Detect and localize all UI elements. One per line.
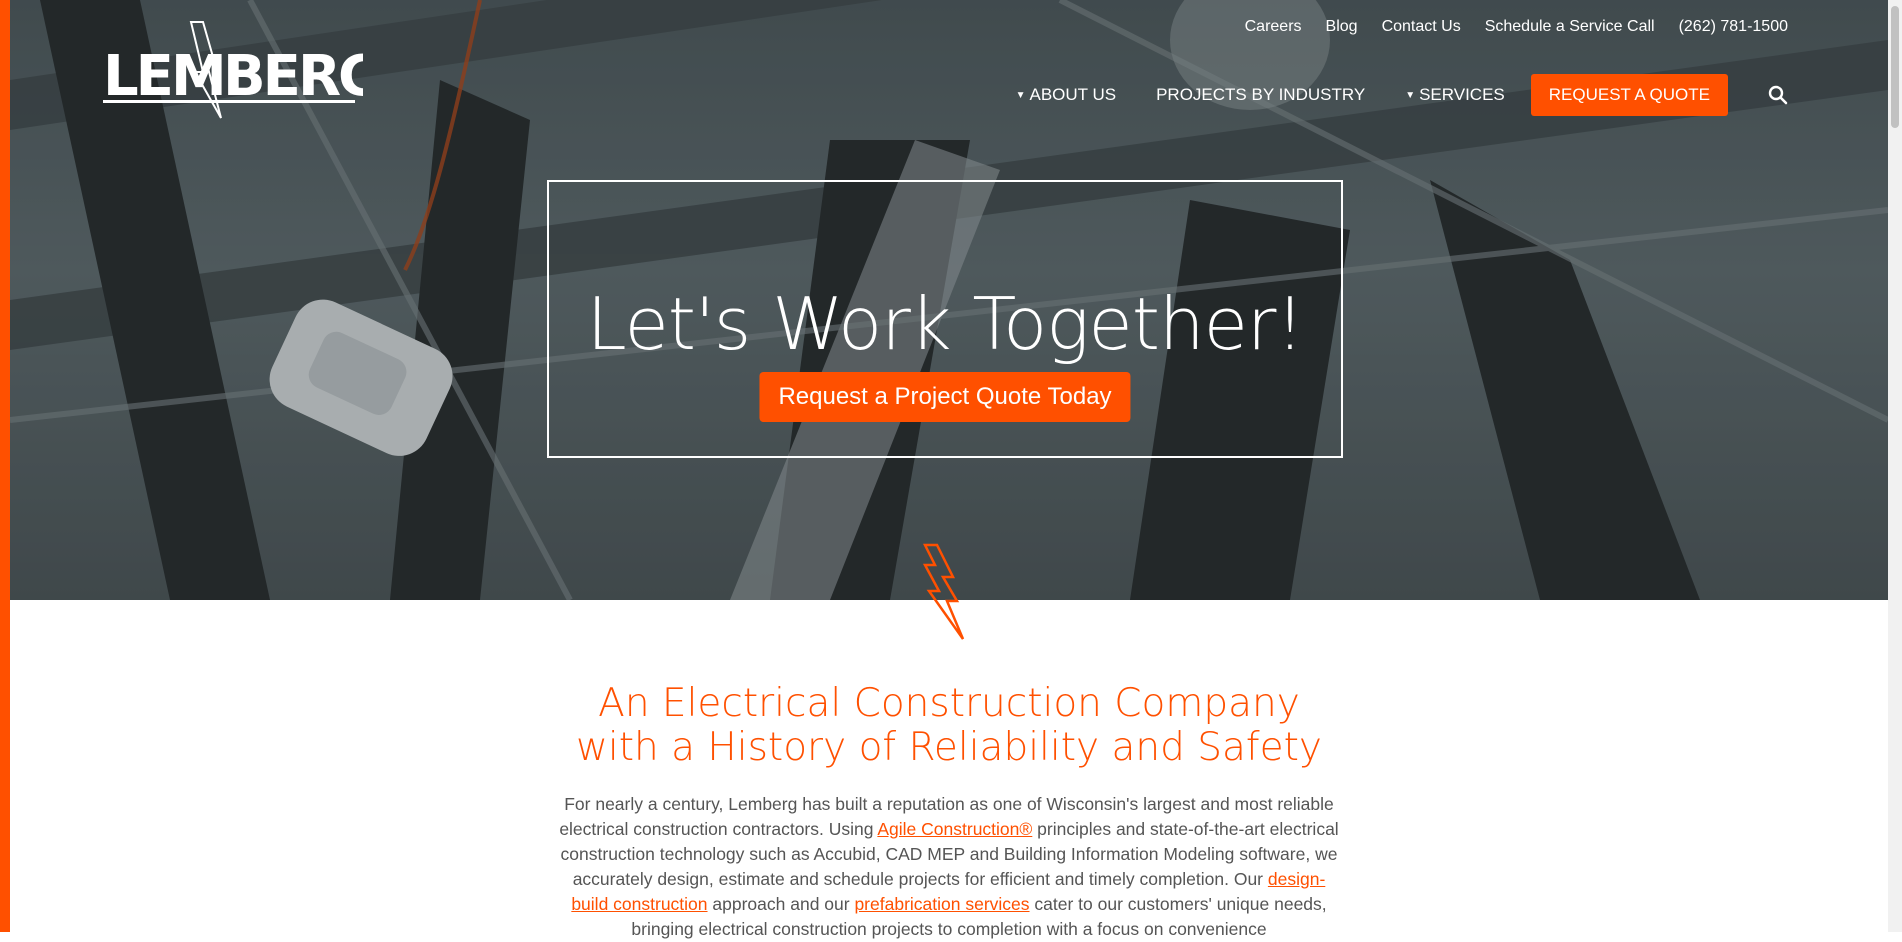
nav-about-us-label: ABOUT US (1029, 85, 1117, 104)
section-title: An Electrical Construction Company with … (10, 682, 1888, 770)
project-quote-button[interactable]: Request a Project Quote Today (759, 372, 1131, 422)
contact-link[interactable]: Contact Us (1382, 18, 1461, 36)
nav-about-us[interactable]: ▼ ABOUT US (1016, 85, 1117, 105)
section-title-line1: An Electrical Construction Company (598, 681, 1300, 726)
section-title-line2: with a History of Reliability and Safety (575, 725, 1323, 770)
dropdown-caret-icon: ▼ (1015, 89, 1026, 101)
nav-projects-label: PROJECTS BY INDUSTRY (1156, 85, 1366, 104)
nav-services-label: SERVICES (1419, 85, 1505, 104)
intro-paragraph: For nearly a century, Lemberg has built … (557, 792, 1341, 942)
prefabrication-link[interactable]: prefabrication services (854, 894, 1029, 914)
svg-text:BERG: BERG (223, 44, 363, 109)
nav-projects-by-industry[interactable]: PROJECTS BY INDUSTRY (1156, 85, 1365, 105)
careers-link[interactable]: Careers (1245, 18, 1302, 36)
lightning-bolt-icon (923, 543, 965, 640)
request-quote-button[interactable]: REQUEST A QUOTE (1530, 74, 1728, 116)
search-icon[interactable] (1768, 85, 1788, 105)
svg-text:LEM: LEM (103, 44, 224, 109)
service-call-link[interactable]: Schedule a Service Call (1485, 18, 1655, 36)
dropdown-caret-icon: ▼ (1405, 89, 1416, 101)
left-accent-stripe (0, 0, 10, 932)
hero-title: Let's Work Together! (586, 282, 1305, 366)
utility-nav: Careers Blog Contact Us Schedule a Servi… (1245, 18, 1788, 36)
hero-section: LEM BERG Careers Blog Contact Us Schedul… (10, 0, 1888, 600)
scrollbar-thumb[interactable] (1891, 6, 1899, 128)
page-scrollbar[interactable] (1888, 0, 1902, 932)
intro-text-3: approach and our (707, 894, 855, 914)
main-nav: ▼ ABOUT US PROJECTS BY INDUSTRY ▼ SERVIC… (976, 74, 1788, 116)
lemberg-logo[interactable]: LEM BERG (103, 20, 363, 120)
agile-construction-link[interactable]: Agile Construction® (877, 819, 1032, 839)
blog-link[interactable]: Blog (1326, 18, 1358, 36)
intro-section: An Electrical Construction Company with … (10, 600, 1888, 939)
phone-link[interactable]: (262) 781-1500 (1679, 18, 1788, 36)
hero-callout-box: Let's Work Together! Request a Project Q… (547, 180, 1343, 458)
nav-services[interactable]: ▼ SERVICES (1405, 85, 1505, 105)
